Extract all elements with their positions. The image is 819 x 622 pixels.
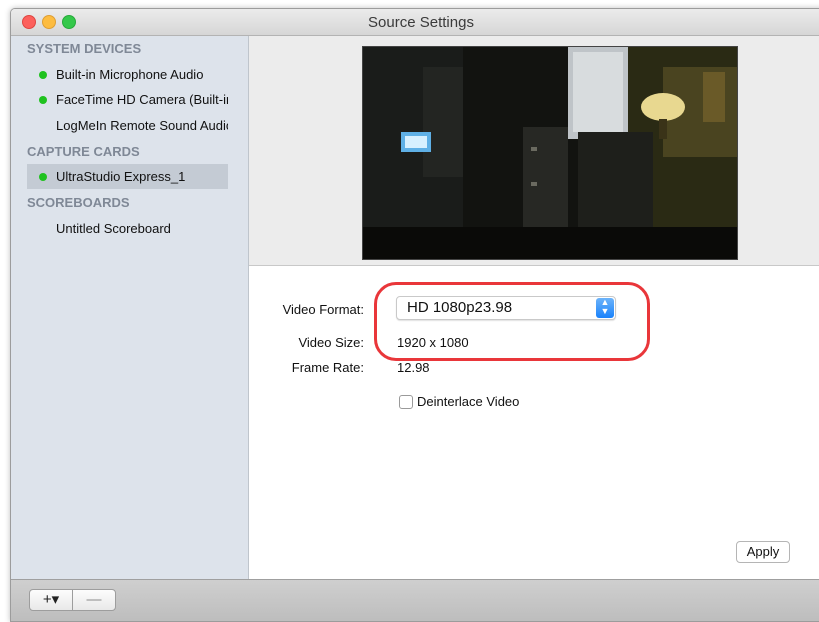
section-header-system-devices: SYSTEM DEVICES xyxy=(27,41,142,56)
deinterlace-checkbox[interactable] xyxy=(399,395,413,409)
source-settings-window: Source Settings SYSTEM DEVICES Built-in … xyxy=(10,8,819,622)
status-dot-icon xyxy=(39,96,47,104)
add-source-button[interactable]: +▾ xyxy=(29,589,73,611)
video-format-label: Video Format: xyxy=(282,302,364,317)
video-size-label: Video Size: xyxy=(298,335,364,350)
sidebar-item-ultrastudio-express[interactable]: UltraStudio Express_1 xyxy=(27,164,228,189)
sources-sidebar: SYSTEM DEVICES Built-in Microphone Audio… xyxy=(11,36,249,579)
settings-panel: Video Format: HD 1080p23.98 ▲ ▼ Video Siz… xyxy=(249,266,819,579)
frame-rate-value: 12.98 xyxy=(397,360,430,375)
title-bar: Source Settings xyxy=(11,9,819,36)
window-title: Source Settings xyxy=(368,14,474,31)
video-preview xyxy=(362,46,738,260)
sidebar-item-label: UltraStudio Express_1 xyxy=(56,169,186,184)
status-dot-icon xyxy=(39,173,47,181)
bottom-toolbar: +▾ — xyxy=(11,579,819,621)
preview-area xyxy=(249,36,819,266)
sidebar-item-facetime-camera[interactable]: FaceTime HD Camera (Built-in) xyxy=(27,87,228,112)
sidebar-item-logmein-audio[interactable]: LogMeIn Remote Sound Audio xyxy=(27,113,228,138)
sidebar-item-label: Untitled Scoreboard xyxy=(56,221,171,236)
status-dot-icon xyxy=(39,71,47,79)
sidebar-item-untitled-scoreboard[interactable]: Untitled Scoreboard xyxy=(27,216,228,241)
sidebar-item-label: FaceTime HD Camera (Built-in) xyxy=(56,92,228,107)
deinterlace-label: Deinterlace Video xyxy=(417,394,520,409)
section-header-scoreboards: SCOREBOARDS xyxy=(27,195,130,210)
section-header-capture-cards: CAPTURE CARDS xyxy=(27,144,140,159)
video-preview-image xyxy=(363,47,737,259)
remove-source-button[interactable]: — xyxy=(72,589,116,611)
sidebar-item-label: LogMeIn Remote Sound Audio xyxy=(56,118,228,133)
video-format-highlight xyxy=(374,282,650,361)
apply-button[interactable]: Apply xyxy=(736,541,790,563)
sidebar-item-label: Built-in Microphone Audio xyxy=(56,67,204,82)
frame-rate-label: Frame Rate: xyxy=(291,360,364,375)
sidebar-item-built-in-microphone[interactable]: Built-in Microphone Audio xyxy=(27,62,228,87)
